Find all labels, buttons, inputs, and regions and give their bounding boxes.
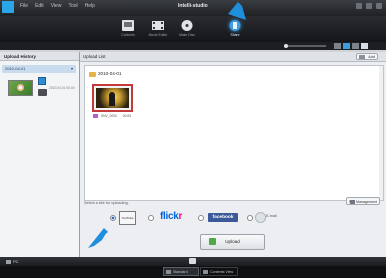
upload-list-area: 2010-04-01 SNV_0000 00:05: [84, 65, 384, 201]
panel-toggle-icon[interactable]: [361, 43, 368, 49]
flickr-logo[interactable]: flickr: [160, 211, 182, 222]
location-indicator[interactable]: PC: [6, 259, 19, 264]
status-bar: PC: [0, 257, 386, 266]
title-bar: File Edit View Tool Help Intelli-studio: [0, 0, 386, 16]
upload-list-title: Upload List: [83, 54, 106, 59]
window-controls: [356, 3, 382, 9]
movie-editor-button[interactable]: Movie Editor: [147, 19, 169, 41]
view-options-bar: [0, 42, 386, 50]
menu-file[interactable]: File: [20, 3, 28, 9]
flower-image: [17, 84, 24, 91]
youtube-radio[interactable]: [110, 215, 116, 221]
contents-label: Contents: [121, 33, 135, 37]
main-toolbar: Contents Movie Editor Make Disc Share: [0, 16, 386, 42]
email-radio[interactable]: [247, 215, 253, 221]
slider-knob[interactable]: [284, 44, 288, 48]
app-window: File Edit View Tool Help Intelli-studio …: [0, 0, 386, 278]
add-icon: [359, 55, 365, 59]
clip-duration: 00:05: [122, 114, 132, 118]
list-scrollbar[interactable]: [379, 66, 383, 200]
folder-label: 2010-04-01: [98, 71, 122, 76]
standard-view-icon: [166, 270, 171, 274]
clip-name: SNV_0000: [100, 114, 117, 118]
minimize-icon[interactable]: [356, 3, 362, 9]
add-button-label: Add: [368, 55, 375, 59]
youtube-pointer-arrow-icon: [88, 228, 108, 248]
disc-icon: [181, 20, 193, 31]
chevron-down-icon: ▾: [70, 66, 73, 71]
menu-help[interactable]: Help: [85, 3, 95, 9]
tab-standard[interactable]: Standard: [163, 267, 199, 276]
tab-contents-view[interactable]: Contents View: [200, 267, 238, 276]
make-disc-label: Make Disc: [179, 33, 195, 37]
clip-figure: [109, 92, 115, 106]
upload-history-title: Upload History: [0, 52, 79, 61]
folder-row[interactable]: 2010-04-01: [89, 70, 122, 78]
clip-thumbnail[interactable]: [92, 84, 133, 112]
share-label: Share: [230, 33, 240, 37]
folder-icon: [89, 72, 96, 77]
history-check-icon[interactable]: [38, 77, 46, 85]
select-site-hint: Select a site for uploading.: [84, 201, 129, 205]
menu-tool[interactable]: Tool: [68, 3, 77, 9]
add-button[interactable]: Add: [356, 53, 378, 60]
upload-list-panel: Upload List Add 2010-04-01 SNV_0000 00:0…: [80, 52, 386, 257]
share-pointer-arrow-icon: [228, 2, 246, 20]
upload-icon: [209, 238, 216, 245]
pc-icon: [6, 259, 11, 264]
facebook-radio[interactable]: [198, 215, 204, 221]
site-management-button[interactable]: Site Management: [346, 197, 380, 205]
share-button[interactable]: Share: [224, 19, 246, 41]
view-mode-buttons: [334, 43, 368, 49]
clip-label: SNV_0000 00:05: [93, 114, 132, 119]
history-date-label: 2010-04-01: [5, 66, 26, 71]
history-item-meta: 2010.04.01 00:00: [49, 86, 75, 90]
menu-edit[interactable]: Edit: [35, 3, 44, 9]
window-title: Intelli-studio: [178, 3, 208, 9]
movie-editor-label: Movie Editor: [148, 33, 168, 37]
maximize-icon[interactable]: [366, 3, 372, 9]
make-disc-button[interactable]: Make Disc: [176, 19, 198, 41]
contents-view-icon: [203, 270, 208, 274]
tab-standard-label: Standard: [173, 270, 188, 274]
menu-view[interactable]: View: [51, 3, 62, 9]
email-icon[interactable]: [255, 212, 266, 223]
menu-bar: File Edit View Tool Help: [20, 3, 95, 9]
thumbnail-view-icon[interactable]: [343, 43, 350, 49]
detail-view-icon[interactable]: [352, 43, 359, 49]
upload-list-header: Upload List Add: [80, 52, 386, 62]
upload-button-label: Upload: [225, 239, 240, 244]
close-icon[interactable]: [376, 3, 382, 9]
history-date-group[interactable]: 2010-04-01 ▾: [2, 65, 76, 73]
contents-button[interactable]: Contents: [117, 19, 139, 41]
tab-contents-view-label: Contents View: [210, 270, 234, 274]
site-management-icon: [350, 200, 355, 204]
camera-icon: [38, 89, 47, 96]
app-logo-icon: [2, 1, 14, 13]
bottom-tab-bar: Standard Contents View: [0, 266, 386, 278]
flickr-radio[interactable]: [148, 215, 154, 221]
thumbnail-size-slider[interactable]: [284, 44, 326, 48]
site-selector: YouTube flickr facebook E-mail: [100, 211, 360, 225]
history-thumbnail[interactable]: [8, 80, 33, 96]
upload-history-panel: Upload History 2010-04-01 ▾ 2010.04.01 0…: [0, 52, 80, 257]
contents-icon: [122, 20, 134, 31]
upload-button[interactable]: Upload: [200, 234, 265, 250]
email-label: E-mail: [266, 214, 277, 218]
eject-icon[interactable]: [189, 258, 196, 264]
video-tag-icon: [93, 114, 98, 119]
movie-editor-icon: [152, 21, 164, 30]
facebook-logo[interactable]: facebook: [208, 213, 238, 222]
youtube-logo-icon[interactable]: YouTube: [119, 211, 136, 225]
list-view-icon[interactable]: [334, 43, 341, 49]
